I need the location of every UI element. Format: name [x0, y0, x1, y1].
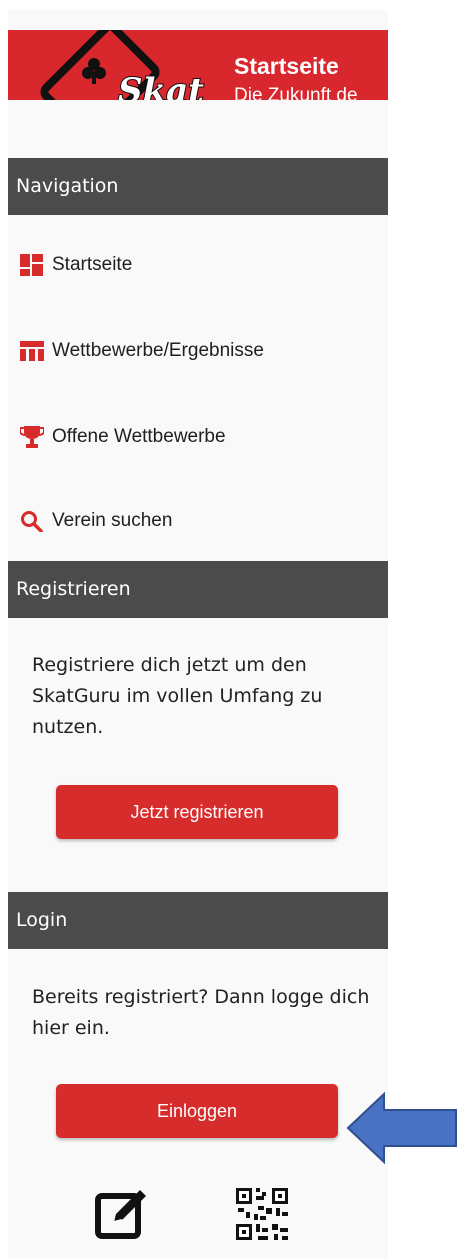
trophy-icon	[20, 426, 46, 448]
app-header: Skat Guru Startseite Die Zukunft de	[8, 30, 388, 100]
page-subtitle: Die Zukunft de	[234, 85, 358, 100]
register-text: Registriere dich jetzt um den SkatGuru i…	[32, 654, 323, 738]
nav-item-wettbewerbe[interactable]: Wettbewerbe/Ergebnisse	[20, 336, 264, 366]
sidebar-panel: Skat Guru Startseite Die Zukunft de Navi…	[8, 10, 388, 1258]
table-icon	[20, 340, 46, 362]
nav-item-label: Verein suchen	[52, 510, 173, 531]
svg-text:Skat: Skat	[118, 71, 204, 100]
nav-item-label: Offene Wettbewerbe	[52, 426, 226, 447]
nav-item-label: Startseite	[52, 254, 133, 275]
login-button[interactable]: Einloggen	[56, 1084, 338, 1138]
edit-icon[interactable]	[94, 1186, 150, 1247]
navigation-heading: Navigation	[8, 158, 388, 215]
pointer-arrow	[346, 1091, 458, 1165]
qr-code-icon[interactable]	[236, 1188, 288, 1245]
register-heading: Registrieren	[8, 561, 388, 618]
register-button[interactable]: Jetzt registrieren	[56, 785, 338, 839]
dashboard-icon	[20, 254, 46, 276]
login-text: Bereits registriert? Dann logge dich hie…	[32, 986, 370, 1039]
login-heading: Login	[8, 892, 388, 949]
nav-item-verein-suchen[interactable]: Verein suchen	[20, 506, 172, 536]
search-icon	[20, 510, 46, 532]
nav-item-label: Wettbewerbe/Ergebnisse	[52, 340, 264, 361]
nav-item-offene-wettbewerbe[interactable]: Offene Wettbewerbe	[20, 422, 226, 452]
skatguru-logo[interactable]: Skat Guru	[22, 30, 232, 100]
page-title: Startseite	[234, 53, 339, 79]
nav-item-startseite[interactable]: Startseite	[20, 250, 132, 280]
